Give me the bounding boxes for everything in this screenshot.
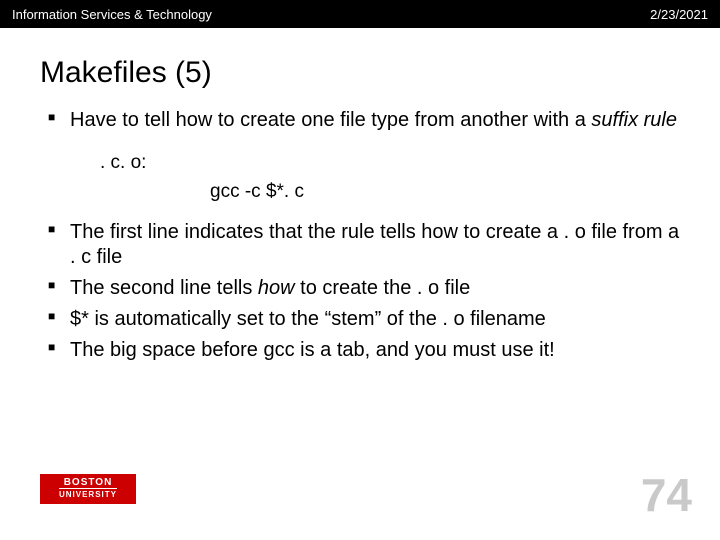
bullet-3-em: how [258,277,295,299]
bullet-1: Have to tell how to create one file type… [40,108,680,133]
code-line-2: gcc -c $*. c [100,178,680,207]
bullet-3: The second line tells how to create the … [40,276,680,301]
page-number: 74 [641,468,692,522]
bullet-1-em: suffix rule [591,109,677,131]
content-area: Have to tell how to create one file type… [0,108,720,363]
logo-line-1: BOSTON [64,478,113,488]
bullet-4: $* is automatically set to the “stem” of… [40,307,680,332]
logo-line-2: UNIVERSITY [59,488,117,500]
code-line-1: . c. o: [100,149,680,178]
header-date: 2/23/2021 [650,7,708,22]
bullet-1-pre: Have to tell how to create one file type… [70,109,591,131]
code-block: . c. o: gcc -c $*. c [40,139,680,220]
bullet-5: The big space before gcc is a tab, and y… [40,338,680,363]
header-bar: Information Services & Technology 2/23/2… [0,0,720,28]
header-org: Information Services & Technology [12,7,212,22]
slide-title: Makefiles (5) [0,28,720,108]
bullet-3-post: to create the . o file [295,277,471,299]
bu-logo: BOSTON UNIVERSITY [40,474,136,504]
bullet-2: The first line indicates that the rule t… [40,220,680,270]
bullet-3-pre: The second line tells [70,277,258,299]
